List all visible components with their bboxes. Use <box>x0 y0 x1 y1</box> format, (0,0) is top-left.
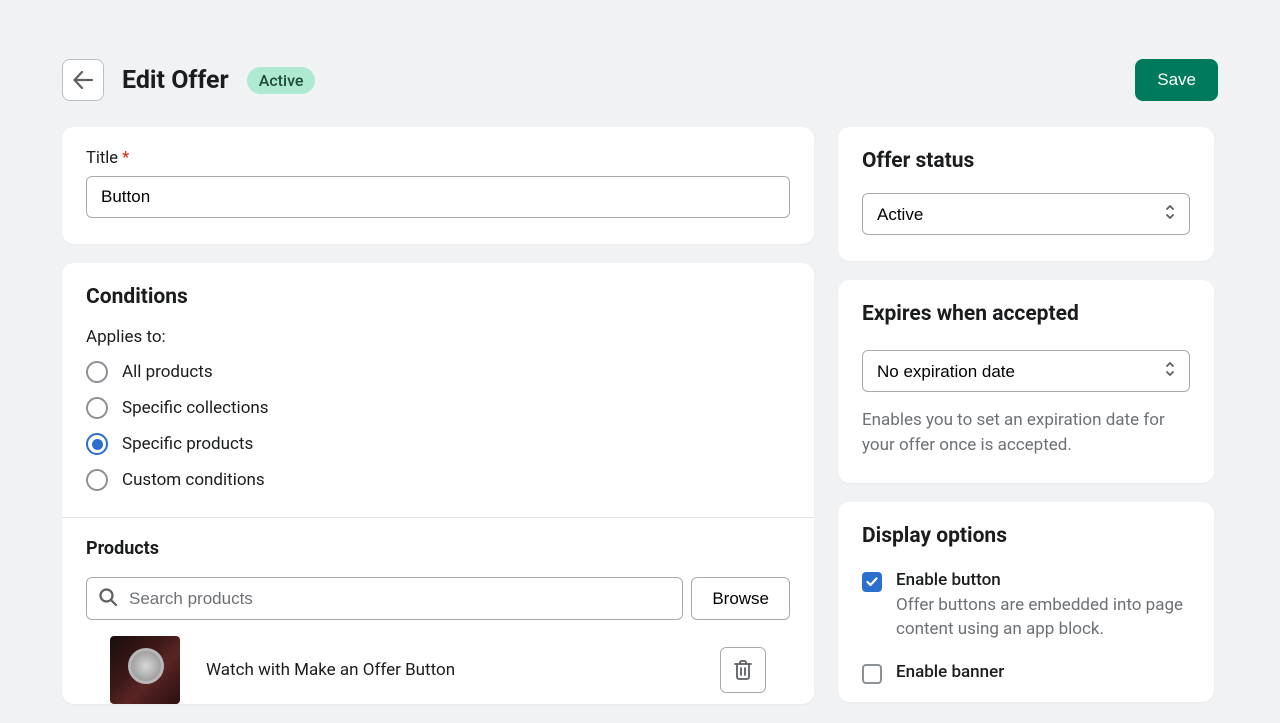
display-options-card: Display options Enable button Offer butt… <box>838 502 1214 701</box>
radio-label: Specific products <box>122 434 253 454</box>
page-title: Edit Offer <box>122 66 229 95</box>
page-header: Edit Offer Active Save <box>62 59 1218 101</box>
product-search-input[interactable] <box>86 577 683 620</box>
product-name: Watch with Make an Offer Button <box>206 660 720 680</box>
arrow-left-icon <box>73 71 93 89</box>
products-heading: Products <box>86 538 790 559</box>
search-icon <box>98 587 118 611</box>
enable-button-checkbox-row[interactable]: Enable button Offer buttons are embedded… <box>862 570 1190 641</box>
radio-label: Specific collections <box>122 398 269 418</box>
applies-to-label: Applies to: <box>86 327 790 347</box>
radio-unchecked-icon <box>86 361 108 383</box>
radio-unchecked-icon <box>86 469 108 491</box>
save-button[interactable]: Save <box>1135 59 1218 101</box>
expiration-help-text: Enables you to set an expiration date fo… <box>862 408 1190 457</box>
title-input[interactable] <box>86 176 790 218</box>
expiration-card: Expires when accepted No expiration date… <box>838 280 1214 483</box>
enable-banner-checkbox-row[interactable]: Enable banner <box>862 662 1190 684</box>
radio-unchecked-icon <box>86 397 108 419</box>
offer-status-heading: Offer status <box>862 149 1190 173</box>
offer-status-card: Offer status Active <box>838 127 1214 261</box>
radio-specific-collections[interactable]: Specific collections <box>86 397 790 419</box>
title-label: Title * <box>86 149 790 168</box>
remove-product-button[interactable] <box>720 647 766 693</box>
checkbox-label: Enable button <box>896 570 1190 590</box>
radio-label: All products <box>122 362 213 382</box>
display-options-heading: Display options <box>862 524 1190 548</box>
expiration-select[interactable]: No expiration date <box>862 350 1190 392</box>
status-badge: Active <box>247 67 316 94</box>
checkbox-checked-icon <box>862 572 882 592</box>
radio-custom-conditions[interactable]: Custom conditions <box>86 469 790 491</box>
conditions-card: Conditions Applies to: All products Spec… <box>62 263 814 704</box>
title-card: Title * <box>62 127 814 244</box>
conditions-heading: Conditions <box>86 285 790 309</box>
offer-status-select[interactable]: Active <box>862 193 1190 235</box>
product-row: Watch with Make an Offer Button <box>86 636 790 704</box>
checkbox-unchecked-icon <box>862 664 882 684</box>
product-thumbnail <box>110 636 180 704</box>
radio-label: Custom conditions <box>122 470 265 490</box>
radio-specific-products[interactable]: Specific products <box>86 433 790 455</box>
expiration-heading: Expires when accepted <box>862 302 1190 326</box>
checkbox-description: Offer buttons are embedded into page con… <box>896 593 1190 641</box>
trash-icon <box>734 660 752 680</box>
back-button[interactable] <box>62 59 104 101</box>
radio-checked-icon <box>86 433 108 455</box>
checkbox-label: Enable banner <box>896 662 1190 682</box>
radio-all-products[interactable]: All products <box>86 361 790 383</box>
browse-button[interactable]: Browse <box>691 577 790 620</box>
